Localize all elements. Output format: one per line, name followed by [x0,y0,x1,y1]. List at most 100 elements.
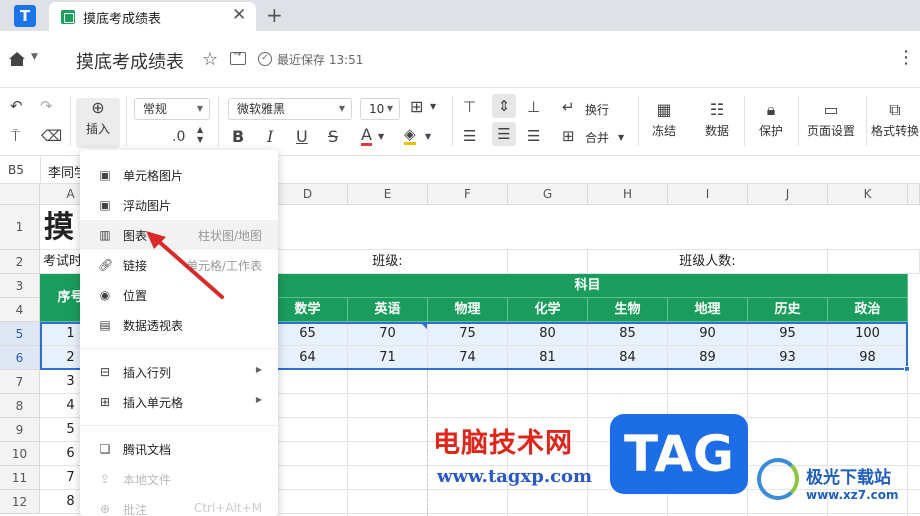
menu-item-insert-row-col[interactable]: ⊟ 插入行列 ▶ [80,357,278,387]
subject-header[interactable]: 政治 [828,298,908,322]
row-header[interactable]: 1 [0,205,40,250]
subject-header[interactable]: 数学 [268,298,348,322]
column-header[interactable]: E [348,184,428,205]
insert-button[interactable]: ⊕ 插入 [76,98,120,148]
close-tab-icon[interactable]: ✕ [232,5,246,25]
merge-caret-icon[interactable]: ▼ [618,133,624,142]
home-menu-caret-icon[interactable]: ▼ [31,52,38,62]
bold-button[interactable]: B [232,127,244,146]
row-header[interactable]: 2 [0,250,40,274]
column-header[interactable]: I [668,184,748,205]
score-cell[interactable]: 64 [268,346,348,370]
fill-color-caret-icon[interactable]: ▼ [425,132,431,141]
undo-icon[interactable]: ↶ [10,97,23,115]
subject-header[interactable]: 化学 [508,298,588,322]
align-bottom-icon[interactable]: ⊥ [527,98,540,116]
score-cell[interactable]: 95 [748,322,828,346]
score-cell[interactable]: 98 [828,346,908,370]
column-header[interactable] [908,184,920,205]
column-header[interactable]: K [828,184,908,205]
score-cell[interactable]: 89 [668,346,748,370]
score-cell[interactable]: 80 [508,322,588,346]
font-color-caret-icon[interactable]: ▼ [378,132,384,141]
strikethrough-button[interactable]: S [328,127,338,146]
format-convert-button[interactable]: ⧉ 格式转换 [870,100,920,139]
subject-header[interactable]: 历史 [748,298,828,322]
column-header[interactable]: G [508,184,588,205]
decimal-stepper-icon[interactable]: ▲ ▼ [197,125,203,145]
font-family-select[interactable]: 微软雅黑 ▼ [228,98,352,120]
document-tab[interactable]: 摸底考成绩表 ✕ [49,2,256,31]
menu-item-pivot-table[interactable]: ▤ 数据透视表 [80,310,278,340]
align-right-icon[interactable]: ☰ [527,127,540,145]
score-cell[interactable]: 90 [668,322,748,346]
column-header[interactable]: D [268,184,348,205]
redo-icon[interactable]: ↷ [40,97,53,115]
menu-item-local-file[interactable]: ⇪ 本地文件 [80,464,278,494]
menu-item-tencent-doc[interactable]: ❏ 腾讯文档 [80,434,278,464]
data-button[interactable]: ☷ 数据 [697,100,737,139]
font-size-select[interactable]: 10 ▼ [360,98,400,120]
row-header[interactable]: 6 [0,346,40,370]
freeze-button[interactable]: ▦ 冻结 [644,100,684,139]
wrap-text-icon[interactable]: ↵ [562,98,575,116]
row-header[interactable]: 5 [0,322,40,346]
star-icon[interactable]: ☆ [202,49,218,70]
score-cell[interactable]: 71 [348,346,428,370]
new-tab-icon[interactable]: + [266,3,283,27]
page-setup-button[interactable]: ▭ 页面设置 [803,100,859,139]
protect-button[interactable]: 🔒︎ 保护 [750,100,792,139]
subject-header[interactable]: 地理 [668,298,748,322]
subject-header[interactable]: 生物 [588,298,668,322]
borders-caret-icon[interactable]: ▼ [430,102,436,111]
align-center-icon[interactable]: ☰ [492,122,516,146]
format-painter-icon[interactable]: ⍑ [11,127,20,145]
subject-header[interactable]: 英语 [348,298,428,322]
score-cell[interactable]: 75 [428,322,508,346]
row-header[interactable]: 11 [0,466,40,490]
row-header[interactable]: 12 [0,490,40,514]
merge-cells-button[interactable]: 合并 [585,129,609,146]
align-left-icon[interactable]: ☰ [463,127,476,145]
class-value-cell[interactable] [508,250,588,274]
merge-cells-icon[interactable]: ⊞ [562,127,575,145]
column-header[interactable]: H [588,184,668,205]
more-options-icon[interactable]: ⋮ [897,47,915,68]
score-cell[interactable]: 81 [508,346,588,370]
score-cell[interactable]: 84 [588,346,668,370]
underline-button[interactable]: U [296,127,308,146]
cell-reference[interactable]: B5 [8,163,24,177]
align-middle-icon[interactable]: ⇕ [492,94,516,118]
row-header[interactable]: 9 [0,418,40,442]
clear-format-icon[interactable]: ⌫ [41,127,62,145]
decimal-places[interactable]: .0 [172,129,185,145]
score-cell[interactable]: 85 [588,322,668,346]
class-count-cell[interactable] [828,250,920,274]
italic-button[interactable]: I [267,127,273,146]
menu-item-comment[interactable]: ⊕ 批注 Ctrl+Alt+M [80,494,278,516]
align-top-icon[interactable]: ⊤ [463,98,476,116]
move-to-folder-icon[interactable] [230,49,246,65]
score-cell[interactable]: 100 [828,322,908,346]
font-color-button[interactable]: A [361,127,372,146]
row-header[interactable]: 7 [0,370,40,394]
document-title[interactable]: 摸底考成绩表 [76,48,184,74]
menu-item-insert-cell[interactable]: ⊞ 插入单元格 ▶ [80,387,278,417]
score-cell[interactable]: 70 [348,322,428,346]
number-format-select[interactable]: 常规 ▼ [134,98,210,120]
score-cell[interactable]: 65 [268,322,348,346]
tencent-docs-logo-icon[interactable]: T [14,5,36,27]
row-header[interactable]: 3 [0,274,40,298]
fill-color-icon[interactable]: ◈ [404,126,416,145]
column-header[interactable]: F [428,184,508,205]
subject-header[interactable]: 物理 [428,298,508,322]
class-label[interactable]: 班级: [268,250,508,274]
row-header[interactable]: 8 [0,394,40,418]
row-header[interactable]: 4 [0,298,40,322]
wrap-text-button[interactable]: 换行 [585,101,609,118]
score-cell[interactable]: 93 [748,346,828,370]
class-count-label[interactable]: 班级人数: [588,250,828,274]
score-cell[interactable]: 74 [428,346,508,370]
select-all-corner[interactable] [0,184,40,205]
column-header[interactable]: J [748,184,828,205]
